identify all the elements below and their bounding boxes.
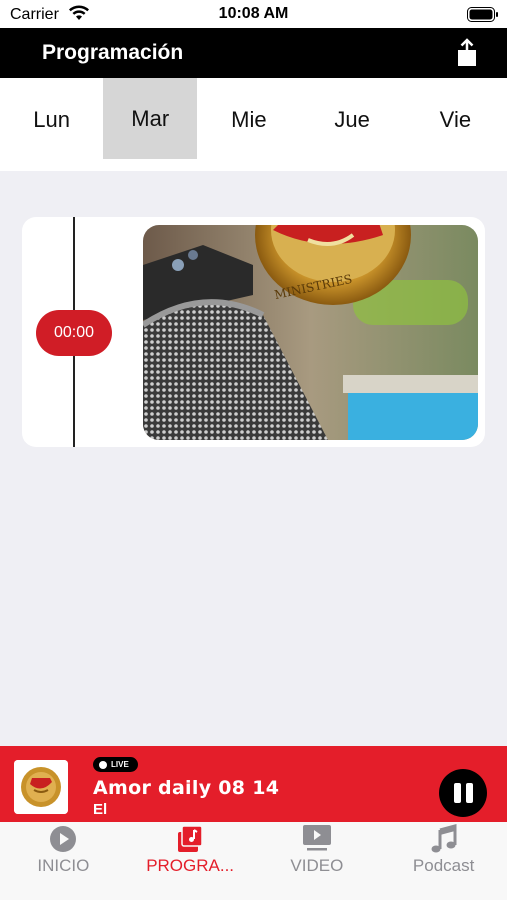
tab-label-podcast: Podcast [412,856,475,875]
share-icon[interactable] [455,38,479,68]
program-image: MINISTRIES [143,225,478,440]
program-card[interactable]: 00:00 MINISTRIES [22,217,485,447]
tab-inicio[interactable]: INICIO [0,822,127,900]
day-selector: Lun Mar Mie Jue Vie [0,78,507,171]
day-tab-lun[interactable]: Lun [0,78,103,171]
mini-player[interactable]: LIVE Amor daily 08 14 El [0,746,507,822]
tab-label-programacion: PROGRA... [146,856,235,875]
day-tab-mie[interactable]: Mie [197,78,300,171]
now-playing-title: Amor daily 08 14 [93,777,280,799]
tab-podcast[interactable]: Podcast [380,822,507,900]
now-playing-subtitle: El [93,801,108,818]
battery-icon [467,7,498,22]
pause-icon-bar [465,783,473,803]
status-bar: Carrier 10:08 AM [0,0,507,28]
live-badge: LIVE [93,757,138,772]
tab-video[interactable]: VIDEO [254,822,381,900]
live-label: LIVE [111,760,129,769]
tab-label-inicio: INICIO [37,856,90,875]
tab-label-video: VIDEO [290,856,344,875]
status-time: 10:08 AM [218,5,289,22]
time-badge: 00:00 [36,310,112,356]
day-tab-mar[interactable]: Mar [103,78,198,159]
video-icon [302,825,331,851]
pause-button[interactable] [439,769,487,817]
play-circle-icon [50,826,77,852]
page-title: Programación [42,41,184,64]
station-logo [14,760,68,814]
pause-icon [453,783,461,803]
live-dot-icon [99,760,107,769]
music-note-icon [431,824,457,853]
tab-bar: INICIO PROGRA... VIDEO Podcast [0,822,507,900]
day-tab-vie[interactable]: Vie [404,78,507,171]
music-library-icon [178,825,203,852]
tab-programacion[interactable]: PROGRA... [127,822,254,900]
day-tab-jue[interactable]: Jue [301,78,404,171]
navigation-bar: Programación [0,28,507,78]
